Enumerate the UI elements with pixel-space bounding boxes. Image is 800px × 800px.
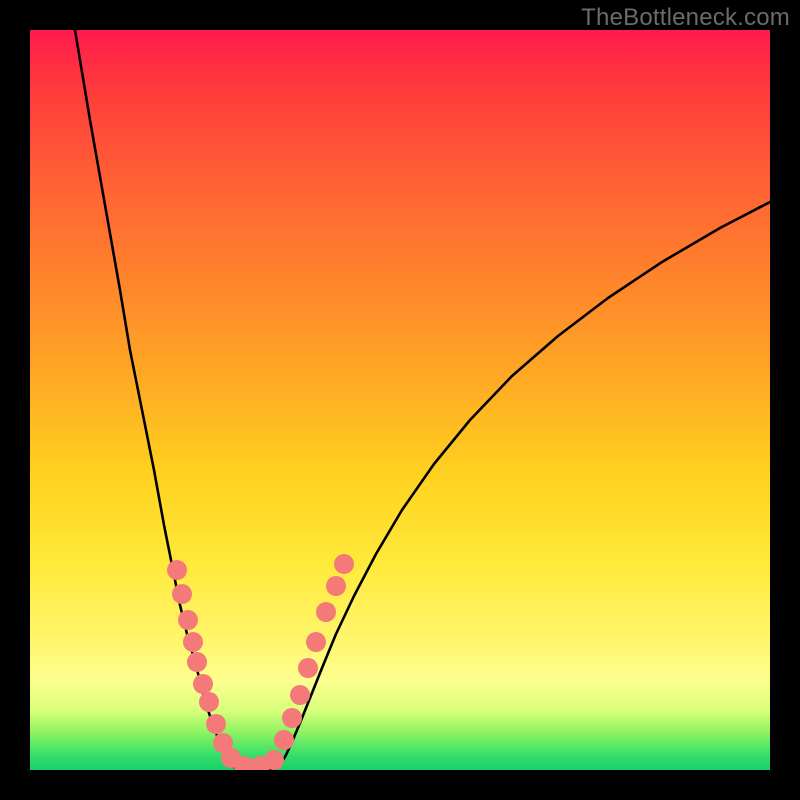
scatter-dot (193, 674, 213, 694)
bottleneck-curve (75, 30, 770, 770)
scatter-dot (187, 652, 207, 672)
scatter-dot (264, 750, 284, 770)
scatter-dot (178, 610, 198, 630)
watermark-label: TheBottleneck.com (581, 4, 790, 32)
scatter-markers (167, 554, 354, 770)
scatter-dot (206, 714, 226, 734)
scatter-dot (282, 708, 302, 728)
scatter-dot (290, 685, 310, 705)
plot-area (30, 30, 770, 770)
scatter-dot (316, 602, 336, 622)
scatter-dot (199, 692, 219, 712)
scatter-dot (274, 730, 294, 750)
chart-frame: TheBottleneck.com (0, 0, 800, 800)
scatter-dot (172, 584, 192, 604)
scatter-dot (306, 632, 326, 652)
curve-svg (30, 30, 770, 770)
scatter-dot (183, 632, 203, 652)
curve-path-group (75, 30, 770, 770)
scatter-dot (326, 576, 346, 596)
scatter-dot (298, 658, 318, 678)
scatter-dot (167, 560, 187, 580)
scatter-dot (334, 554, 354, 574)
